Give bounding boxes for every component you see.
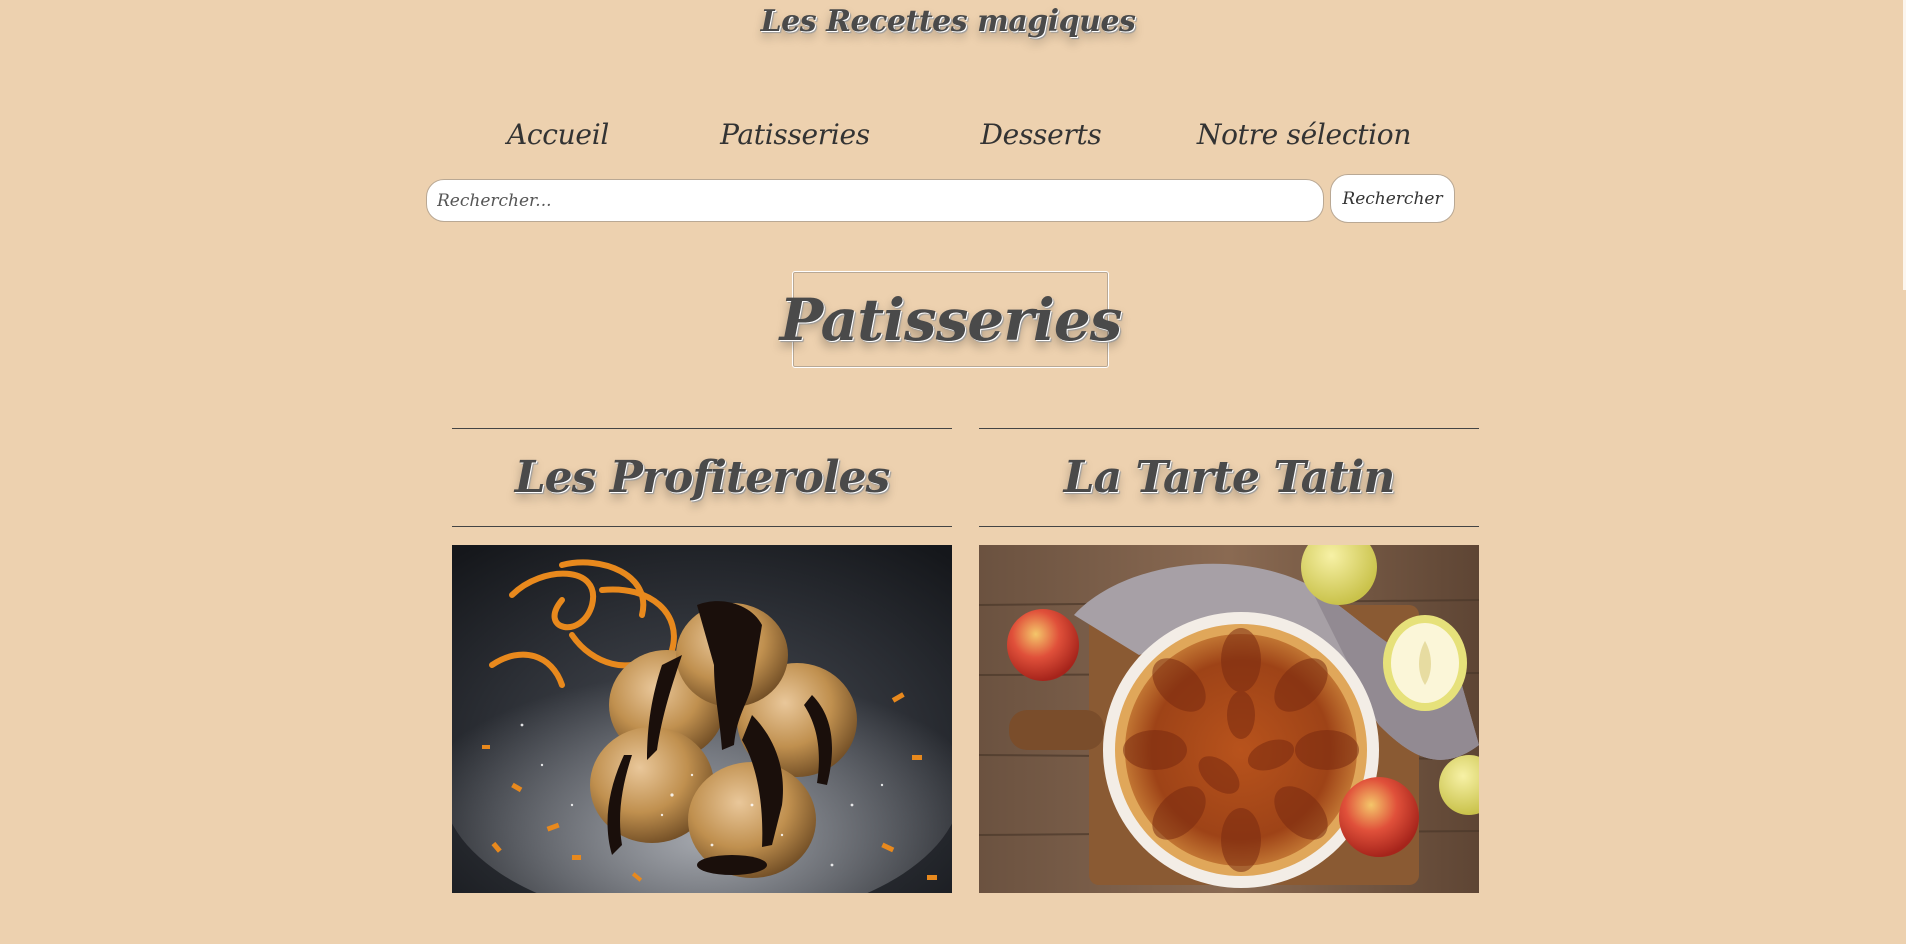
main-nav: Accueil Patisseries Desserts Notre sélec… [0, 118, 1896, 158]
divider [979, 526, 1479, 527]
page-title: Patisseries [779, 285, 1123, 354]
recipe-title[interactable]: La Tarte Tatin [979, 429, 1479, 526]
tarte-tatin-illustration [979, 545, 1479, 893]
recipe-card-tarte-tatin[interactable]: La Tarte Tatin [979, 428, 1479, 893]
nav-link-notre-selection[interactable]: Notre sélection [1197, 118, 1412, 151]
nav-link-accueil[interactable]: Accueil [507, 118, 609, 151]
recipe-title[interactable]: Les Profiteroles [452, 429, 952, 526]
tarte-tatin-photo[interactable] [979, 545, 1479, 893]
search-button[interactable]: Rechercher [1330, 174, 1455, 223]
nav-link-patisseries[interactable]: Patisseries [720, 118, 870, 151]
site-title: Les Recettes magiques [760, 4, 1136, 39]
recipe-card-profiteroles[interactable]: Les Profiteroles [452, 428, 952, 893]
nav-link-desserts[interactable]: Desserts [981, 118, 1102, 151]
divider [452, 526, 952, 527]
profiteroles-photo[interactable] [452, 545, 952, 893]
search-input[interactable] [426, 179, 1324, 222]
page-heading-box: Patisseries [780, 271, 1122, 368]
profiteroles-illustration [452, 545, 952, 893]
